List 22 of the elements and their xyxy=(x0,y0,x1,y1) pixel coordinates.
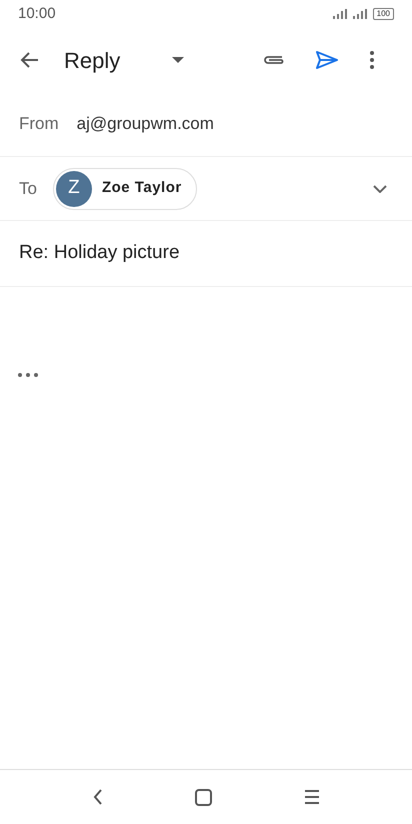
signal-icon xyxy=(352,9,367,19)
more-options-icon[interactable] xyxy=(370,51,374,69)
show-quoted-text-icon[interactable] xyxy=(18,373,38,377)
from-label: From xyxy=(19,113,59,136)
battery-level: 100 xyxy=(372,8,394,20)
compose-mode-title[interactable]: Reply xyxy=(64,44,120,76)
nav-home-icon[interactable] xyxy=(194,788,212,806)
nav-menu-icon[interactable] xyxy=(304,789,320,805)
signal-icon xyxy=(332,9,347,19)
sender-address: aj@groupwm.com xyxy=(76,113,214,136)
status-time: 10:00 xyxy=(18,4,56,24)
send-icon[interactable] xyxy=(316,51,338,69)
nav-back-icon[interactable] xyxy=(92,789,102,805)
recipient-name: Zoe Taylor xyxy=(102,178,182,198)
back-arrow-icon[interactable] xyxy=(20,50,40,70)
to-label: To xyxy=(19,178,37,200)
attach-icon[interactable] xyxy=(262,53,286,67)
recipient-chip[interactable]: Z Zoe Taylor xyxy=(52,168,197,210)
subject-field[interactable]: Re: Holiday picture xyxy=(19,239,180,268)
avatar-initial: Z xyxy=(56,170,92,206)
expand-icon[interactable] xyxy=(373,184,387,192)
dropdown-icon[interactable] xyxy=(172,57,184,63)
